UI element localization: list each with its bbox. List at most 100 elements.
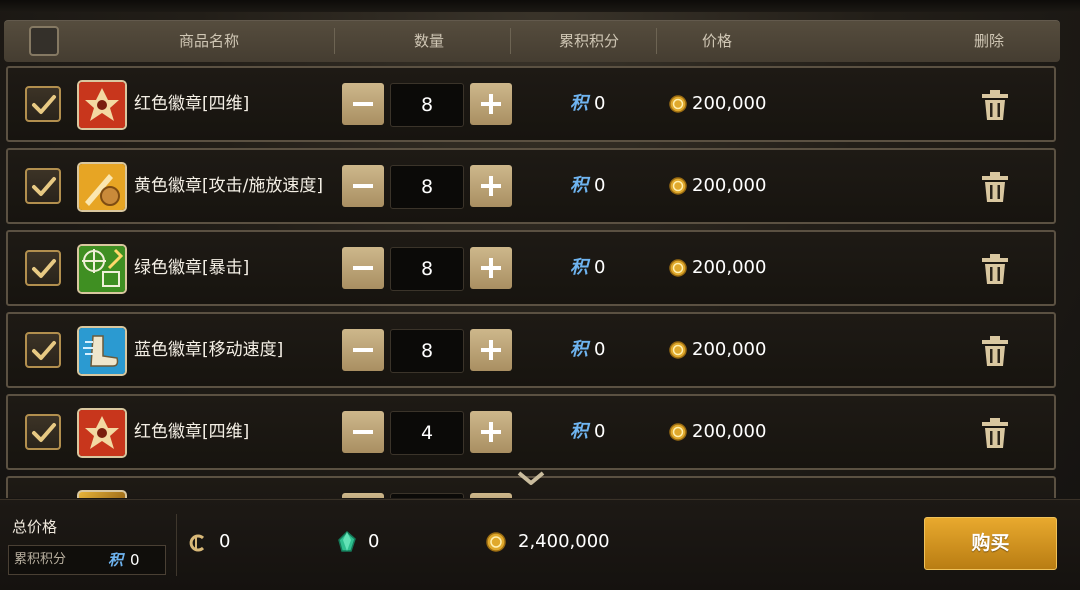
plus-icon (481, 422, 501, 442)
trash-icon[interactable] (981, 335, 1009, 367)
plus-icon (481, 94, 501, 114)
yellow-badge-speed-icon (77, 162, 127, 212)
quantity-field[interactable]: 8 (390, 247, 464, 291)
minus-icon (353, 266, 373, 270)
item-icon-partial (77, 490, 127, 498)
footer-divider (176, 514, 177, 576)
top-edge (0, 0, 1080, 12)
checkmark-icon (32, 341, 56, 360)
header-item-name: 商品名称 (178, 32, 239, 50)
checkmark-icon (32, 95, 56, 114)
gold-coin-icon (486, 532, 506, 552)
gem-amount: 0 (368, 531, 380, 552)
item-checkbox[interactable] (25, 86, 61, 122)
trash-icon[interactable] (981, 417, 1009, 449)
total-points-label: 累积积分 (14, 552, 67, 567)
decrease-quantity-button[interactable] (342, 83, 384, 125)
checkmark-icon (32, 177, 56, 196)
gem-currency-icon (338, 531, 356, 552)
cart-item-row: 蓝色徽章[移动速度] 8 积 0 200,000 (6, 312, 1056, 388)
item-price: 200,000 (692, 257, 767, 278)
item-checkbox[interactable] (25, 414, 61, 450)
gold-coin-icon (669, 259, 687, 277)
increase-button-partial[interactable] (470, 493, 512, 498)
item-price: 200,000 (692, 421, 767, 442)
plus-icon (481, 340, 501, 360)
points-icon: 积 (570, 93, 588, 114)
checkmark-icon (32, 423, 56, 442)
scroll-down-chevron-icon[interactable] (516, 470, 546, 488)
increase-quantity-button[interactable] (470, 247, 512, 289)
increase-quantity-button[interactable] (470, 411, 512, 453)
total-price-label: 总价格 (12, 518, 58, 536)
quantity-field[interactable]: 8 (390, 83, 464, 127)
total-points-value: 0 (130, 551, 140, 569)
item-checkbox[interactable] (25, 332, 61, 368)
points-icon: 积 (570, 175, 588, 196)
minus-icon (353, 348, 373, 352)
quantity-field[interactable]: 8 (390, 165, 464, 209)
increase-quantity-button[interactable] (470, 83, 512, 125)
cart-table-header: 商品名称 数量 累积积分 价格 删除 (4, 20, 1060, 62)
cart-item-list[interactable]: 红色徽章[四维] 8 积 0 200,000 黄色徽章[攻击/施放速度] 8 积… (6, 66, 1056, 498)
quantity-field-partial[interactable] (390, 493, 464, 498)
minus-icon (353, 430, 373, 434)
points-icon: 积 (570, 421, 588, 442)
red-badge-stats-icon (77, 80, 127, 130)
cart-item-row: 绿色徽章[暴击] 8 积 0 200,000 (6, 230, 1056, 306)
item-checkbox[interactable] (25, 250, 61, 286)
cera-amount: 0 (219, 531, 231, 552)
red-badge-stats-icon (77, 408, 127, 458)
item-points: 0 (594, 257, 606, 278)
item-name: 绿色徽章[暴击] (134, 258, 250, 278)
buy-button[interactable]: 购买 (924, 517, 1057, 570)
minus-icon (353, 184, 373, 188)
quantity-field[interactable]: 8 (390, 329, 464, 373)
cart-item-row: 红色徽章[四维] 4 积 0 200,000 (6, 394, 1056, 470)
points-icon: 积 (570, 339, 588, 360)
decrease-quantity-button[interactable] (342, 411, 384, 453)
decrease-quantity-button[interactable] (342, 329, 384, 371)
item-price: 200,000 (692, 93, 767, 114)
header-divider (334, 28, 335, 54)
item-price: 200,000 (692, 175, 767, 196)
decrease-quantity-button[interactable] (342, 247, 384, 289)
item-points: 0 (594, 175, 606, 196)
trash-icon[interactable] (981, 253, 1009, 285)
points-icon: 积 (108, 551, 124, 569)
points-icon: 积 (570, 257, 588, 278)
header-divider (510, 28, 511, 54)
item-checkbox[interactable] (25, 168, 61, 204)
quantity-field[interactable]: 4 (390, 411, 464, 455)
item-name: 红色徽章[四维] (134, 422, 250, 442)
cera-currency-icon (189, 534, 205, 552)
minus-icon (353, 102, 373, 106)
item-points: 0 (594, 339, 606, 360)
item-name: 黄色徽章[攻击/施放速度] (134, 176, 323, 196)
item-price: 200,000 (692, 339, 767, 360)
plus-icon (481, 258, 501, 278)
trash-icon[interactable] (981, 171, 1009, 203)
header-points: 累积积分 (558, 32, 619, 50)
increase-quantity-button[interactable] (470, 329, 512, 371)
item-points: 0 (594, 421, 606, 442)
green-badge-crit-icon (77, 244, 127, 294)
decrease-quantity-button[interactable] (342, 165, 384, 207)
gold-coin-icon (669, 95, 687, 113)
trash-icon[interactable] (981, 89, 1009, 121)
gold-coin-icon (669, 341, 687, 359)
header-quantity: 数量 (413, 32, 444, 50)
gold-coin-icon (669, 423, 687, 441)
select-all-checkbox[interactable] (29, 26, 59, 56)
cart-item-row: 黄色徽章[攻击/施放速度] 8 积 0 200,000 (6, 148, 1056, 224)
item-name: 蓝色徽章[移动速度] (134, 340, 284, 360)
increase-quantity-button[interactable] (470, 165, 512, 207)
header-delete: 删除 (973, 32, 1004, 50)
gold-total-amount: 2,400,000 (518, 531, 610, 552)
item-name: 红色徽章[四维] (134, 94, 250, 114)
decrease-button-partial[interactable] (342, 493, 384, 498)
blue-badge-move-speed-icon (77, 326, 127, 376)
checkmark-icon (32, 259, 56, 278)
item-points: 0 (594, 93, 606, 114)
plus-icon (481, 176, 501, 196)
